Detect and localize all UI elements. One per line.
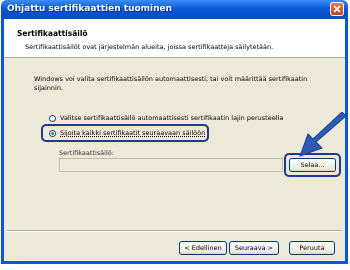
wizard-header: Sertifikaattisäilö Sertifikaattisäilöt o…	[4, 19, 345, 58]
back-button[interactable]: < Edellinen	[179, 241, 227, 255]
radio-button[interactable]	[49, 114, 56, 122]
store-label: Sertifikaattisäilö:	[59, 149, 114, 157]
radio-manual-store[interactable]: Sijoita kaikki sertifikaatit seuraavaan …	[49, 129, 205, 137]
close-icon	[333, 5, 341, 13]
radio-auto-label: Valitse sertifikaattisäilö automaattises…	[60, 114, 284, 122]
page-title: Sertifikaattisäilö	[17, 29, 88, 38]
browse-button[interactable]: Selaa...	[289, 158, 336, 172]
pointer-arrow-icon	[299, 112, 347, 157]
cancel-button[interactable]: Peruuta	[289, 241, 335, 255]
radio-manual-label: Sijoita kaikki sertifikaatit seuraavaan …	[60, 129, 206, 137]
page-description: Sertifikaattisäilöt ovat järjestelmän al…	[25, 43, 274, 51]
radio-button-selected[interactable]	[49, 129, 56, 137]
close-button[interactable]	[330, 2, 344, 16]
title-bar[interactable]: Ohjattu sertifikaattien tuominen	[1, 0, 348, 19]
window-title: Ohjattu sertifikaattien tuominen	[7, 4, 173, 14]
intro-text: Windows voi valita sertifikaattisäilön a…	[34, 75, 308, 92]
radio-auto-select[interactable]: Valitse sertifikaattisäilö automaattises…	[49, 114, 283, 122]
dialog-client-area: Sertifikaattisäilö Sertifikaattisäilöt o…	[4, 19, 345, 261]
certificate-store-field[interactable]	[59, 158, 283, 172]
footer-divider	[7, 230, 342, 232]
next-button[interactable]: Seuraava >	[229, 241, 279, 255]
